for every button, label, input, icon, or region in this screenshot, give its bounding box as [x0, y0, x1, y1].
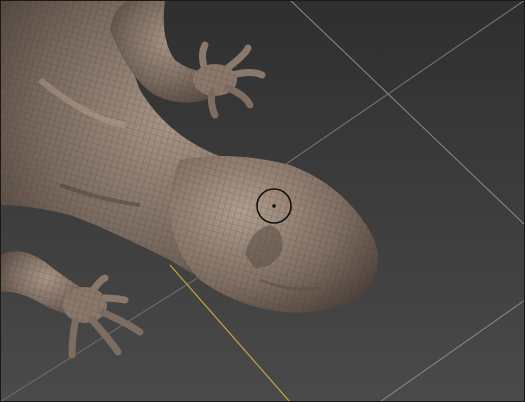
scene-canvas[interactable] — [0, 0, 525, 402]
lizard-model[interactable] — [0, 0, 379, 359]
lower-hand[interactable] — [63, 274, 144, 359]
upper-hand[interactable] — [193, 41, 266, 119]
3d-viewport[interactable] — [0, 0, 525, 402]
